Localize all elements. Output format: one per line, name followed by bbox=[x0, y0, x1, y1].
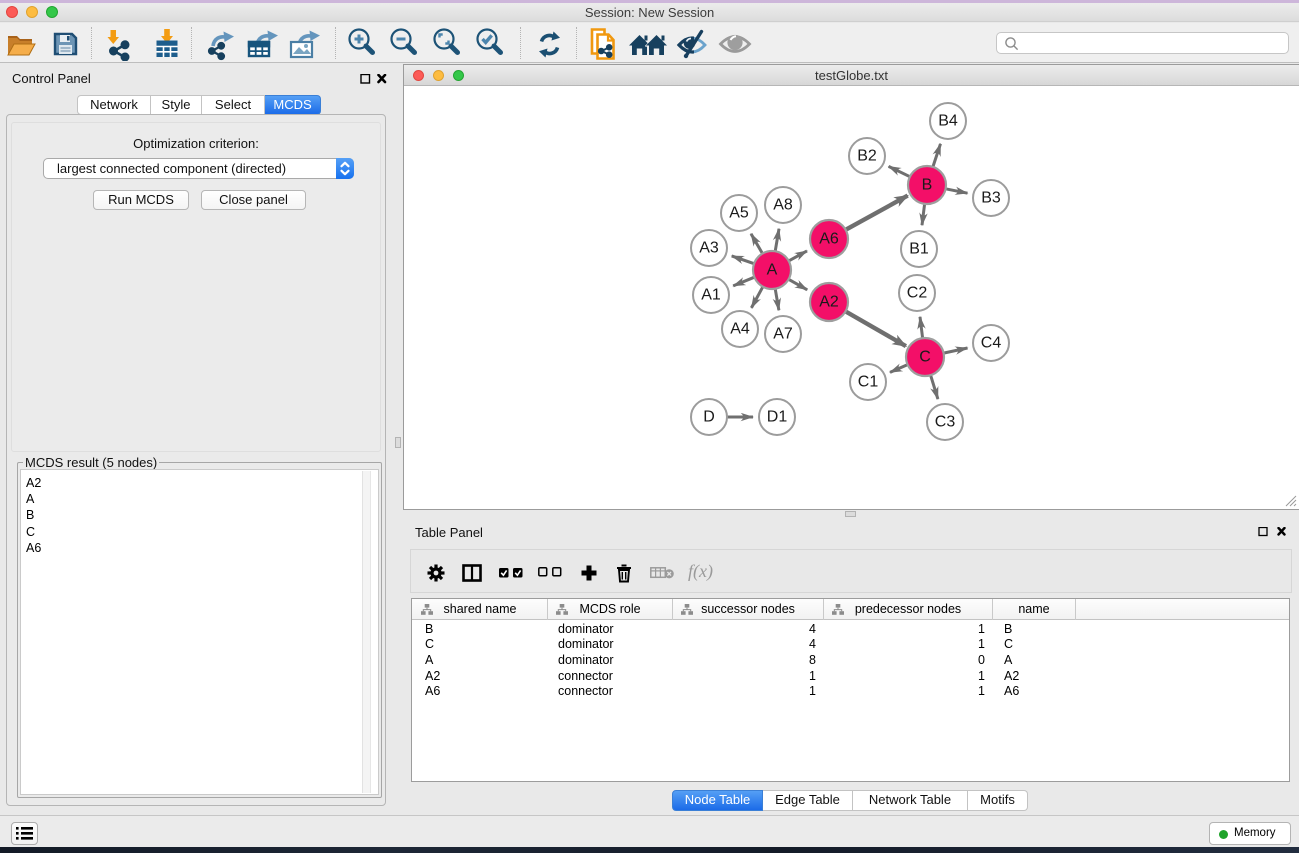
svg-text:C2: C2 bbox=[907, 285, 928, 302]
svg-text:B3: B3 bbox=[981, 190, 1001, 207]
svg-text:D1: D1 bbox=[767, 409, 788, 426]
svg-text:C: C bbox=[919, 349, 931, 366]
svg-text:B1: B1 bbox=[909, 241, 929, 258]
svg-text:A2: A2 bbox=[819, 294, 839, 311]
svg-text:A8: A8 bbox=[773, 197, 793, 214]
svg-text:A7: A7 bbox=[773, 326, 793, 343]
svg-text:A1: A1 bbox=[701, 287, 721, 304]
svg-text:D: D bbox=[703, 409, 715, 426]
svg-text:C4: C4 bbox=[981, 335, 1002, 352]
svg-text:B4: B4 bbox=[938, 113, 958, 130]
svg-text:C1: C1 bbox=[858, 374, 879, 391]
svg-text:B: B bbox=[922, 177, 933, 194]
svg-text:A3: A3 bbox=[699, 240, 719, 257]
svg-text:A4: A4 bbox=[730, 321, 750, 338]
svg-text:A: A bbox=[767, 262, 778, 279]
svg-text:B2: B2 bbox=[857, 148, 877, 165]
svg-text:C3: C3 bbox=[935, 414, 956, 431]
svg-text:A6: A6 bbox=[819, 231, 839, 248]
svg-text:A5: A5 bbox=[729, 205, 749, 222]
